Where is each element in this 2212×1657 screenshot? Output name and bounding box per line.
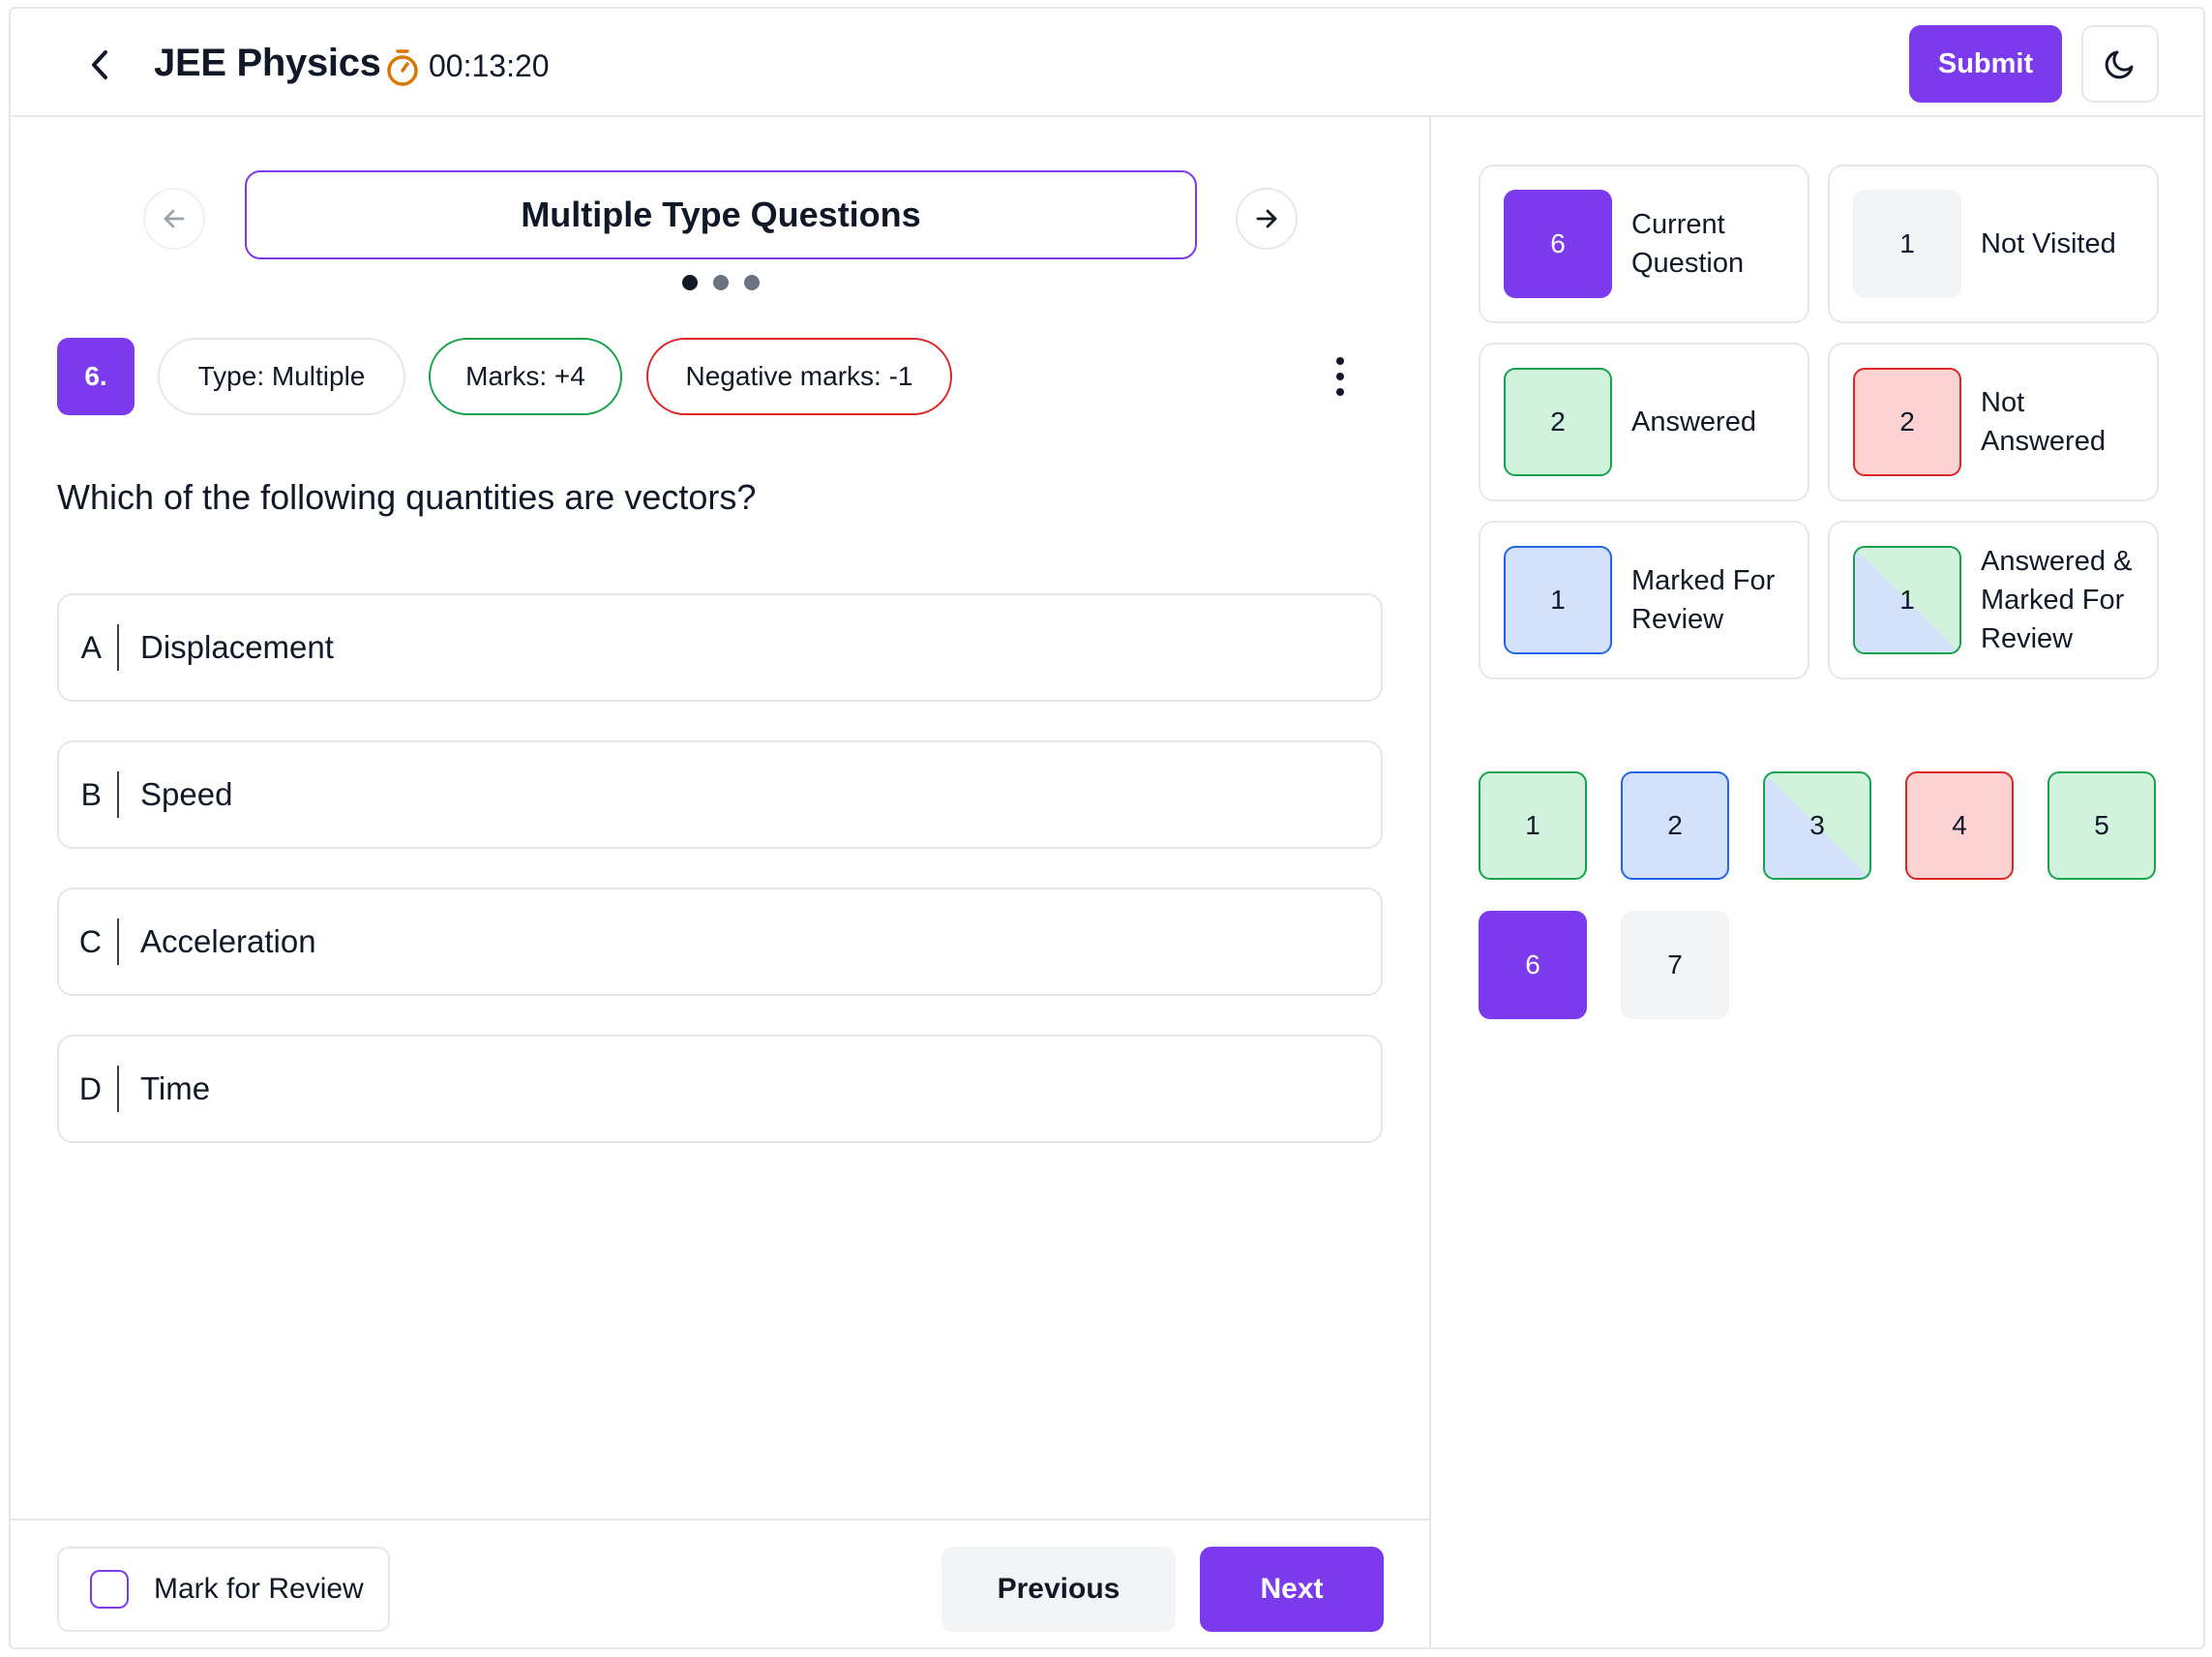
legend-not-visited: 1 Not Visited	[1828, 165, 2159, 323]
legend-label: Not Visited	[1981, 228, 2116, 259]
palette-question-4[interactable]: 4	[1905, 771, 2014, 880]
legend-label: Current Question	[1631, 209, 1745, 279]
legend-count: 2	[1853, 368, 1961, 476]
option-letter: D	[78, 1070, 102, 1106]
option-divider	[117, 1066, 119, 1112]
test-title: JEE Physics	[154, 42, 381, 84]
marks-pill: Marks: +4	[429, 338, 622, 415]
legend-label: Marked For Review	[1631, 565, 1776, 635]
legend-count: 1	[1853, 546, 1961, 654]
option-text: Speed	[140, 776, 233, 812]
option-text: Acceleration	[140, 923, 316, 959]
option-divider	[117, 771, 119, 818]
option-divider	[117, 624, 119, 671]
legend-count: 6	[1504, 190, 1612, 298]
mark-for-review-label: Mark for Review	[154, 1573, 364, 1605]
section-prev-button[interactable]	[143, 188, 205, 250]
legend-count: 2	[1504, 368, 1612, 476]
legend-count: 1	[1504, 546, 1612, 654]
option-divider	[117, 919, 119, 965]
submit-button[interactable]: Submit	[1909, 25, 2062, 103]
legend-label: Answered & Marked For Review	[1981, 546, 2133, 654]
question-text: Which of the following quantities are ve…	[57, 477, 757, 517]
palette-question-1[interactable]: 1	[1479, 771, 1587, 880]
option-c[interactable]: C Acceleration	[57, 888, 1383, 996]
moon-icon	[2105, 50, 2134, 79]
more-options-icon[interactable]	[1325, 351, 1356, 402]
option-letter: C	[78, 923, 102, 959]
legend-label: Not Answered	[1981, 387, 2106, 457]
chevron-left-icon	[92, 50, 107, 79]
question-number-badge: 6.	[57, 338, 135, 415]
question-type-pill: Type: Multiple	[158, 338, 405, 415]
legend-answered-marked-review: 1 Answered & Marked For Review	[1828, 521, 2159, 679]
legend-label: Answered	[1631, 407, 1756, 437]
arrow-left-icon	[164, 209, 185, 228]
option-letter: A	[80, 629, 102, 665]
option-text: Displacement	[140, 629, 334, 665]
theme-toggle-button[interactable]	[2081, 25, 2159, 103]
palette-question-6[interactable]: 6	[1479, 911, 1587, 1019]
legend-current: 6 Current Question	[1479, 165, 1809, 323]
mark-for-review-toggle[interactable]: Mark for Review	[57, 1547, 390, 1632]
negative-marks-pill: Negative marks: -1	[646, 338, 952, 415]
legend-count: 1	[1853, 190, 1961, 298]
mark-for-review-checkbox[interactable]	[90, 1570, 129, 1609]
arrow-right-icon	[1256, 209, 1277, 228]
question-panel: Multiple Type Questions 6. Type: Multipl…	[11, 117, 1431, 1647]
question-footer: Mark for Review Previous Next	[11, 1519, 1431, 1647]
back-button[interactable]	[78, 44, 121, 86]
timer-display: 00:13:20	[429, 48, 550, 83]
section-dot[interactable]	[744, 275, 760, 290]
option-letter: B	[80, 776, 102, 812]
legend-not-answered: 2 Not Answered	[1828, 343, 2159, 501]
stopwatch-icon	[387, 49, 418, 86]
palette-question-5[interactable]: 5	[2048, 771, 2156, 880]
option-b[interactable]: B Speed	[57, 740, 1383, 849]
header-bar: JEE Physics 00:13:20 Submit	[11, 9, 2203, 117]
legend-answered: 2 Answered	[1479, 343, 1809, 501]
option-d[interactable]: D Time	[57, 1035, 1383, 1143]
previous-button[interactable]: Previous	[942, 1547, 1176, 1632]
app-window: JEE Physics 00:13:20 Submit Multiple Typ…	[9, 7, 2205, 1649]
legend-marked-for-review: 1 Marked For Review	[1479, 521, 1809, 679]
section-title[interactable]: Multiple Type Questions	[245, 170, 1197, 259]
section-dot[interactable]	[713, 275, 729, 290]
section-dots	[682, 275, 760, 290]
option-text: Time	[140, 1070, 211, 1106]
option-a[interactable]: A Displacement	[57, 593, 1383, 702]
palette-question-7[interactable]: 7	[1621, 911, 1729, 1019]
section-dot[interactable]	[682, 275, 698, 290]
section-next-button[interactable]	[1236, 188, 1298, 250]
next-button[interactable]: Next	[1200, 1547, 1384, 1632]
palette-question-3[interactable]: 3	[1763, 771, 1871, 880]
palette-question-2[interactable]: 2	[1621, 771, 1729, 880]
